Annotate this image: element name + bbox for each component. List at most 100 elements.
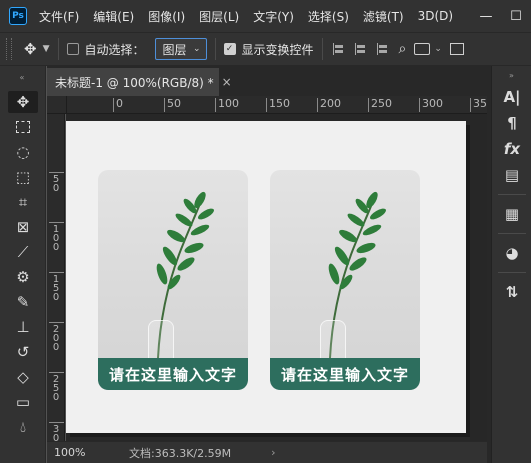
ruler-label: 1 5 0 [52, 274, 60, 303]
align-right-icon[interactable] [375, 42, 389, 56]
show-transform-label: 显示变换控件 [241, 42, 314, 57]
palette-icon[interactable]: ◕ [492, 240, 531, 266]
ruler-label: 0 [113, 98, 123, 112]
ruler-label: 2 0 0 [52, 324, 60, 353]
frame-icon[interactable]: ⊠ [8, 216, 38, 238]
menu-image[interactable]: 图像(I) [148, 8, 185, 25]
status-menu-arrow-icon[interactable]: › [271, 446, 275, 459]
card-caption[interactable]: 请在这里输入文字 [270, 358, 420, 390]
align-center-icon[interactable] [353, 42, 367, 56]
properties-icon[interactable]: ▤ [492, 162, 531, 188]
ruler-label: 2 5 0 [52, 374, 60, 403]
document-tab-strip: 未标题-1 @ 100%(RGB/8) * × [47, 66, 487, 96]
document-tab[interactable]: 未标题-1 @ 100%(RGB/8) * × [47, 68, 232, 96]
ruler-tick [49, 222, 64, 223]
align-left-icon[interactable] [331, 42, 345, 56]
image-card[interactable]: 请在这里输入文字 [98, 170, 248, 390]
align-icons-group [331, 42, 389, 56]
document-canvas[interactable]: 请在这里输入文字 请在这里输入文字 [66, 121, 466, 433]
tools-panel: « ✥ ◌ ⬚ ⌗ ⊠ ⟋ ⚙ ✎ ⊥ ↺ ◇ ▭ 💧︎ [0, 66, 46, 463]
move-tool-icon[interactable]: ✥ [24, 40, 37, 58]
share-icon[interactable] [449, 43, 464, 55]
menu-bar: Ps 文件(F) 编辑(E) 图像(I) 图层(L) 文字(Y) 选择(S) 滤… [0, 0, 531, 32]
lasso-icon[interactable]: ◌ [8, 141, 38, 163]
ruler-label: 50 [164, 98, 181, 112]
divider [498, 233, 526, 234]
ruler-label: 300 [419, 98, 443, 112]
crop-icon[interactable]: ⌗ [8, 191, 38, 213]
menu-edit[interactable]: 编辑(E) [93, 8, 134, 25]
document-tab-title: 未标题-1 @ 100%(RGB/8) * [55, 75, 214, 90]
options-bar: ✥ ▼ 自动选择： 图层 ⌄ ✓ 显示变换控件 ⌕ ⌄ [0, 32, 531, 66]
ruler-tick [49, 422, 64, 423]
ruler-tick [49, 372, 64, 373]
collapsed-panels: » A| ¶ fx ▤ ▦ ◕ ⇅ [491, 66, 531, 463]
photoshop-logo: Ps [9, 7, 27, 25]
divider [214, 38, 216, 60]
ruler-tick [49, 322, 64, 323]
object-select-icon[interactable]: ⬚ [8, 166, 38, 188]
history-icon[interactable]: ⇅ [492, 279, 531, 305]
ruler-label: 350 [470, 98, 487, 112]
menu-layer[interactable]: 图层(L) [199, 8, 239, 25]
panel-collapse-icon[interactable]: » [492, 66, 531, 84]
search-icon[interactable]: ⌕ [399, 41, 407, 57]
menu-file[interactable]: 文件(F) [39, 8, 79, 25]
divider [57, 38, 59, 60]
ruler-label: 250 [368, 98, 392, 112]
divider [498, 272, 526, 273]
ruler-label: 5 0 [52, 174, 60, 194]
brush-icon[interactable]: ✎ [8, 291, 38, 313]
ruler-label: 100 [215, 98, 239, 112]
history-brush-icon[interactable]: ↺ [8, 341, 38, 363]
chevron-down-icon: ⌄ [192, 44, 201, 54]
tools-panel-collapse-icon[interactable]: « [0, 66, 45, 88]
menu-3d[interactable]: 3D(D) [418, 9, 453, 23]
menu-type[interactable]: 文字(Y) [253, 8, 294, 25]
close-icon[interactable]: × [222, 75, 232, 89]
gradient-icon[interactable]: ▭ [8, 391, 38, 413]
maximize-button[interactable]: ☐ [501, 0, 531, 32]
eyedropper-icon[interactable]: ⟋ [8, 241, 38, 263]
auto-select-target-value: 图层 [162, 42, 187, 57]
stamp-icon[interactable]: ⊥ [8, 316, 38, 338]
ruler-origin[interactable] [47, 96, 67, 114]
document-size-info: 文档:363.3K/2.59M [129, 446, 232, 460]
ruler-label: 200 [317, 98, 341, 112]
menu-select[interactable]: 选择(S) [308, 8, 349, 25]
ruler-label: 1 0 0 [52, 224, 60, 253]
show-transform-checkbox[interactable]: ✓ [223, 43, 236, 55]
menu-filter[interactable]: 滤镜(T) [363, 8, 404, 25]
tool-preset-chevron-icon[interactable]: ▼ [43, 44, 50, 54]
ruler-tick [49, 272, 64, 273]
ruler-tick [49, 172, 64, 173]
zoom-level[interactable]: 100% [54, 446, 94, 459]
canvas-area[interactable]: 请在这里输入文字 请在这里输入文字 [66, 114, 487, 441]
healing-icon[interactable]: ⚙ [8, 266, 38, 288]
workspace-icon[interactable] [414, 43, 431, 55]
auto-select-target-dropdown[interactable]: 图层 ⌄ [154, 38, 207, 60]
window-controls: — ☐ [471, 0, 531, 32]
auto-select-checkbox[interactable] [66, 43, 79, 55]
paragraph-icon[interactable]: ¶ [492, 110, 531, 136]
ruler-label: 150 [266, 98, 290, 112]
auto-select-label: 自动选择： [84, 42, 145, 57]
fx-icon[interactable]: fx [492, 136, 531, 162]
options-bar-grip[interactable] [6, 38, 12, 60]
image-card[interactable]: 请在这里输入文字 [270, 170, 420, 390]
eraser-icon[interactable]: ◇ [8, 366, 38, 388]
move-icon[interactable]: ✥ [8, 91, 38, 113]
divider [498, 194, 526, 195]
status-bar: 100% 文档:363.3K/2.59M › [47, 441, 487, 463]
divider [321, 38, 323, 60]
vertical-ruler[interactable]: 5 0 1 0 0 1 5 0 2 0 0 2 5 0 3 0 0 [47, 114, 65, 441]
workspace-chevron-icon[interactable]: ⌄ [434, 44, 442, 54]
character-icon[interactable]: A| [492, 84, 531, 110]
grid-icon[interactable]: ▦ [492, 201, 531, 227]
ruler-label: 3 0 0 [52, 424, 60, 442]
horizontal-ruler[interactable]: 0 50 100 150 200 250 300 350 [67, 96, 487, 114]
marquee-icon[interactable] [8, 116, 38, 138]
minimize-button[interactable]: — [471, 0, 501, 32]
card-caption[interactable]: 请在这里输入文字 [98, 358, 248, 390]
drop-icon[interactable]: 💧︎ [8, 416, 38, 438]
